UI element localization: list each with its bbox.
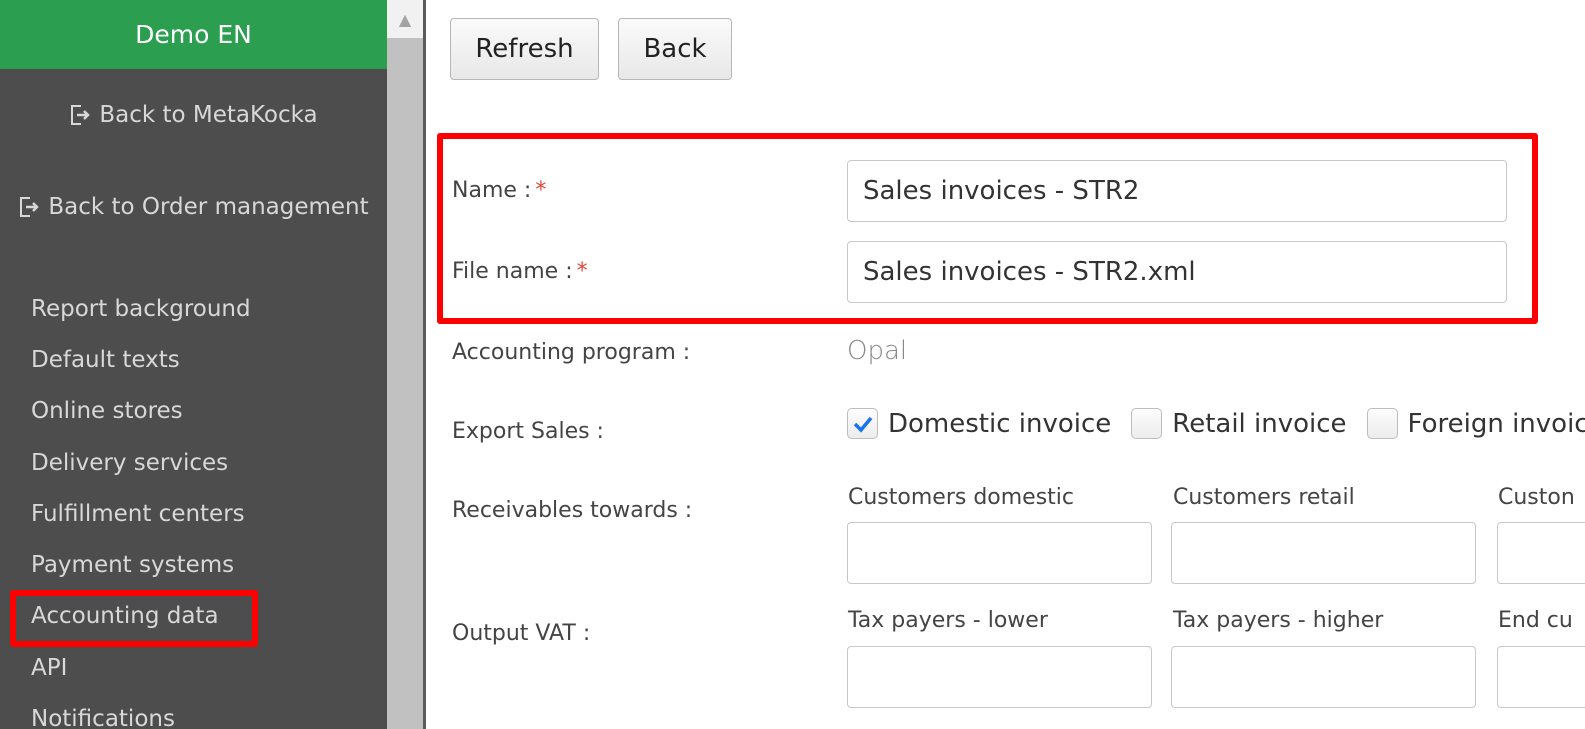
sidebar: Demo EN Back to MetaKocka Back to Order … xyxy=(0,0,387,729)
sidebar-item-payment-systems[interactable]: Payment systems xyxy=(31,552,234,578)
sign-out-icon xyxy=(18,195,40,219)
end-customers-input[interactable] xyxy=(1497,646,1585,708)
tax-payers-higher-label: Tax payers - higher xyxy=(1173,608,1384,633)
customers-domestic-label: Customers domestic xyxy=(848,485,1075,510)
customers-retail-input[interactable] xyxy=(1171,522,1476,584)
domestic-invoice-checkbox[interactable] xyxy=(847,408,878,439)
back-to-order-management-label: Back to Order management xyxy=(48,194,369,220)
retail-invoice-checkbox[interactable] xyxy=(1131,408,1163,439)
sidebar-item-fulfillment-centers[interactable]: Fulfillment centers xyxy=(31,501,245,527)
sidebar-item-report-background[interactable]: Report background xyxy=(31,296,251,322)
sidebar-item-online-stores[interactable]: Online stores xyxy=(31,398,183,424)
sidebar-item-notifications[interactable]: Notifications xyxy=(31,706,175,729)
export-sales-label: Export Sales : xyxy=(452,419,604,444)
sidebar-item-default-texts[interactable]: Default texts xyxy=(31,347,180,373)
back-to-metakocka-label: Back to MetaKocka xyxy=(99,102,318,128)
sidebar-scrollbar[interactable]: ▲ xyxy=(387,0,426,729)
back-to-order-management-link[interactable]: Back to Order management xyxy=(0,194,387,220)
main-content: Refresh Back Name : * Sales invoices - ST… xyxy=(429,0,1585,729)
refresh-button[interactable]: Refresh xyxy=(450,18,599,80)
tax-payers-lower-label: Tax payers - lower xyxy=(848,608,1048,633)
customers-foreign-label: Custon xyxy=(1498,485,1575,510)
name-fields-highlight xyxy=(437,133,1538,324)
company-title: Demo EN xyxy=(0,0,387,69)
sidebar-item-api[interactable]: API xyxy=(31,655,67,681)
sign-out-icon xyxy=(69,103,91,127)
receivables-towards-label: Receivables towards : xyxy=(452,498,693,523)
retail-invoice-label: Retail invoice xyxy=(1172,408,1347,439)
customers-retail-label: Customers retail xyxy=(1173,485,1355,510)
tax-payers-lower-input[interactable] xyxy=(847,646,1152,708)
sidebar-item-delivery-services[interactable]: Delivery services xyxy=(31,450,228,476)
foreign-invoice-checkbox[interactable] xyxy=(1366,408,1398,439)
foreign-invoice-label: Foreign invoice xyxy=(1407,408,1585,439)
scroll-up-arrow-icon[interactable]: ▲ xyxy=(387,0,423,38)
accounting-data-highlight xyxy=(10,590,258,647)
domestic-invoice-label: Domestic invoice xyxy=(888,408,1112,439)
customers-foreign-input[interactable] xyxy=(1497,522,1585,584)
tax-payers-higher-input[interactable] xyxy=(1171,646,1476,708)
accounting-program-label: Accounting program : xyxy=(452,340,691,365)
checkmark-icon xyxy=(853,416,872,433)
accounting-program-value: Opal xyxy=(847,336,908,366)
end-customers-label: End cu xyxy=(1498,608,1573,633)
back-to-metakocka-link[interactable]: Back to MetaKocka xyxy=(0,102,387,128)
export-sales-options: Domestic invoice Retail invoice Foreign … xyxy=(847,408,1585,439)
output-vat-label: Output VAT : xyxy=(452,621,591,646)
customers-domestic-input[interactable] xyxy=(847,522,1152,584)
back-button[interactable]: Back xyxy=(618,18,732,80)
